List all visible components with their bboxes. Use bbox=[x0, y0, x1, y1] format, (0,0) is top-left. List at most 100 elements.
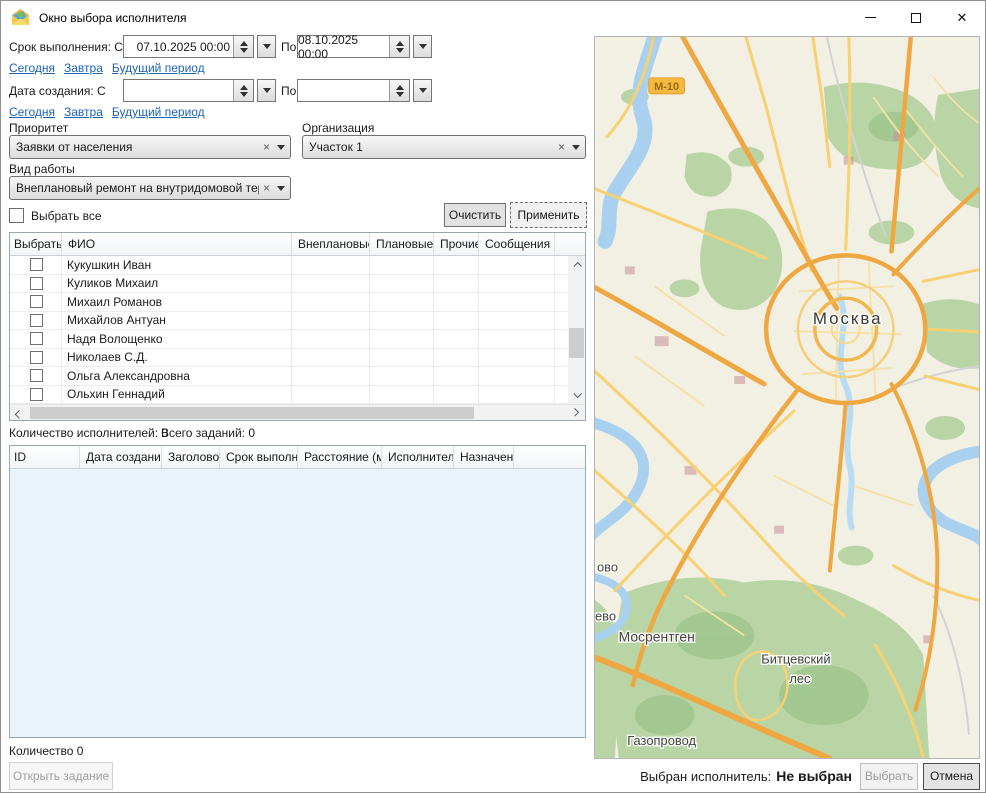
svg-text:ево: ево bbox=[595, 608, 616, 623]
col-messages[interactable]: Сообщения bbox=[479, 233, 555, 255]
scroll-left-button[interactable] bbox=[10, 405, 27, 420]
link-future-period[interactable]: Будущий период bbox=[112, 61, 205, 75]
deadline-from-field[interactable]: 07.10.2025 00:00 bbox=[123, 35, 254, 58]
created-from-spinner[interactable] bbox=[233, 80, 253, 101]
link-today[interactable]: Сегодня bbox=[9, 61, 55, 75]
col-created[interactable]: Дата создания bbox=[80, 446, 162, 468]
svg-text:лес: лес bbox=[789, 671, 811, 686]
col-title[interactable]: Заголовок bbox=[162, 446, 220, 468]
row-checkbox[interactable] bbox=[30, 351, 43, 364]
col-assigned[interactable]: Назначено bbox=[454, 446, 514, 468]
close-button[interactable]: ✕ bbox=[939, 1, 985, 34]
chevron-down-icon bbox=[572, 145, 580, 150]
priority-combo[interactable]: Заявки от населения × bbox=[9, 135, 291, 159]
svg-text:Москва: Москва bbox=[813, 309, 883, 328]
work-type-combo[interactable]: Внеплановый ремонт на внутридомовой тер … bbox=[9, 176, 291, 200]
chevron-down-icon bbox=[277, 186, 285, 191]
created-quick-links: Сегодня Завтра Будущий период bbox=[9, 105, 205, 119]
cancel-button[interactable]: Отмена bbox=[923, 763, 980, 790]
table-row[interactable]: Кукушкин Иван bbox=[10, 256, 585, 275]
table-row[interactable]: Надя Волощенко bbox=[10, 330, 585, 349]
executors-vertical-scrollbar[interactable] bbox=[568, 256, 585, 404]
link-tomorrow[interactable]: Завтра bbox=[64, 105, 103, 119]
col-other[interactable]: Прочие bbox=[434, 233, 479, 255]
row-checkbox[interactable] bbox=[30, 295, 43, 308]
col-fio[interactable]: ФИО bbox=[62, 233, 292, 255]
table-row[interactable]: Куликов Михаил bbox=[10, 275, 585, 294]
table-row[interactable]: Ольхин Геннадий bbox=[10, 386, 585, 405]
window-title: Окно выбора исполнителя bbox=[39, 11, 187, 25]
maximize-button[interactable] bbox=[893, 1, 939, 34]
col-executor[interactable]: Исполнитель bbox=[382, 446, 454, 468]
clear-x-icon[interactable]: × bbox=[558, 141, 565, 153]
table-row[interactable]: Николаев С.Д. bbox=[10, 349, 585, 368]
row-checkbox[interactable] bbox=[30, 332, 43, 345]
row-select-cell bbox=[10, 330, 62, 348]
link-today[interactable]: Сегодня bbox=[9, 105, 55, 119]
scroll-up-button[interactable] bbox=[568, 256, 585, 272]
deadline-from-spinner[interactable] bbox=[233, 36, 253, 57]
row-checkbox[interactable] bbox=[30, 369, 43, 382]
row-checkbox[interactable] bbox=[30, 388, 43, 401]
table-row[interactable]: Михайлов Антуан bbox=[10, 312, 585, 331]
deadline-from-dropdown-button[interactable] bbox=[257, 35, 276, 58]
executor-name: Надя Волощенко bbox=[62, 330, 292, 348]
executors-table-header: Выбрать ФИО Внеплановые Плановые Прочие … bbox=[10, 233, 585, 256]
row-select-cell bbox=[10, 367, 62, 385]
created-to-spinner[interactable] bbox=[389, 80, 409, 101]
clear-x-icon[interactable]: × bbox=[263, 182, 270, 194]
chevron-down-icon bbox=[277, 145, 285, 150]
clear-x-icon[interactable]: × bbox=[263, 141, 270, 153]
link-tomorrow[interactable]: Завтра bbox=[64, 61, 103, 75]
created-label: Дата создания: С bbox=[9, 84, 106, 98]
row-checkbox[interactable] bbox=[30, 277, 43, 290]
selected-executor-value: Не выбран bbox=[776, 768, 852, 784]
col-unplanned[interactable]: Внеплановые bbox=[292, 233, 370, 255]
horizontal-scroll-thumb[interactable] bbox=[30, 407, 474, 419]
table-row[interactable]: Михаил Романов bbox=[10, 293, 585, 312]
map[interactable]: М-10МоскваМосрентгенБитцевскийлесГазопро… bbox=[594, 36, 980, 759]
col-distance[interactable]: Расстояние (м.) bbox=[298, 446, 382, 468]
col-deadline[interactable]: Срок выполне bbox=[220, 446, 298, 468]
link-future-period[interactable]: Будущий период bbox=[112, 105, 205, 119]
row-checkbox[interactable] bbox=[30, 258, 43, 271]
app-envelope-icon bbox=[11, 9, 30, 26]
row-select-cell bbox=[10, 256, 62, 274]
chevron-down-icon bbox=[419, 44, 427, 49]
created-to-value bbox=[298, 80, 389, 101]
priority-label: Приоритет bbox=[9, 121, 68, 135]
col-planned[interactable]: Плановые bbox=[370, 233, 434, 255]
tasks-count: Всего заданий: 0 bbox=[161, 426, 255, 440]
deadline-to-value: 08.10.2025 00:00 bbox=[298, 36, 389, 57]
scroll-down-button[interactable] bbox=[568, 388, 585, 404]
organization-label: Организация bbox=[302, 121, 374, 135]
row-checkbox[interactable] bbox=[30, 314, 43, 327]
chevron-down-icon bbox=[263, 44, 271, 49]
select-button[interactable]: Выбрать bbox=[860, 763, 918, 790]
select-all-checkbox[interactable] bbox=[9, 208, 24, 223]
minimize-button[interactable] bbox=[847, 1, 893, 34]
apply-button[interactable]: Применить bbox=[510, 202, 587, 228]
deadline-to-dropdown-button[interactable] bbox=[413, 35, 432, 58]
work-type-label: Вид работы bbox=[9, 162, 75, 176]
deadline-quick-links: Сегодня Завтра Будущий период bbox=[9, 61, 205, 75]
clear-button[interactable]: Очистить bbox=[444, 203, 506, 227]
created-to-field[interactable] bbox=[297, 79, 410, 102]
executors-table: Выбрать ФИО Внеплановые Плановые Прочие … bbox=[9, 232, 586, 421]
created-from-dropdown-button[interactable] bbox=[257, 79, 276, 102]
scroll-right-button[interactable] bbox=[568, 405, 585, 420]
table-row[interactable]: Ольга Александровна bbox=[10, 367, 585, 386]
row-select-cell bbox=[10, 312, 62, 330]
deadline-to-spinner[interactable] bbox=[389, 36, 409, 57]
created-to-dropdown-button[interactable] bbox=[413, 79, 432, 102]
col-id[interactable]: ID bbox=[10, 446, 80, 468]
row-select-cell bbox=[10, 386, 62, 404]
organization-combo[interactable]: Участок 1 × bbox=[302, 135, 586, 159]
executors-horizontal-scrollbar[interactable] bbox=[10, 404, 585, 420]
created-from-field[interactable] bbox=[123, 79, 254, 102]
deadline-to-field[interactable]: 08.10.2025 00:00 bbox=[297, 35, 410, 58]
col-select[interactable]: Выбрать bbox=[10, 233, 62, 255]
deadline-label: Срок выполнения: С bbox=[9, 40, 123, 54]
open-task-button[interactable]: Открыть задание bbox=[9, 762, 113, 790]
vertical-scroll-thumb[interactable] bbox=[569, 328, 584, 358]
